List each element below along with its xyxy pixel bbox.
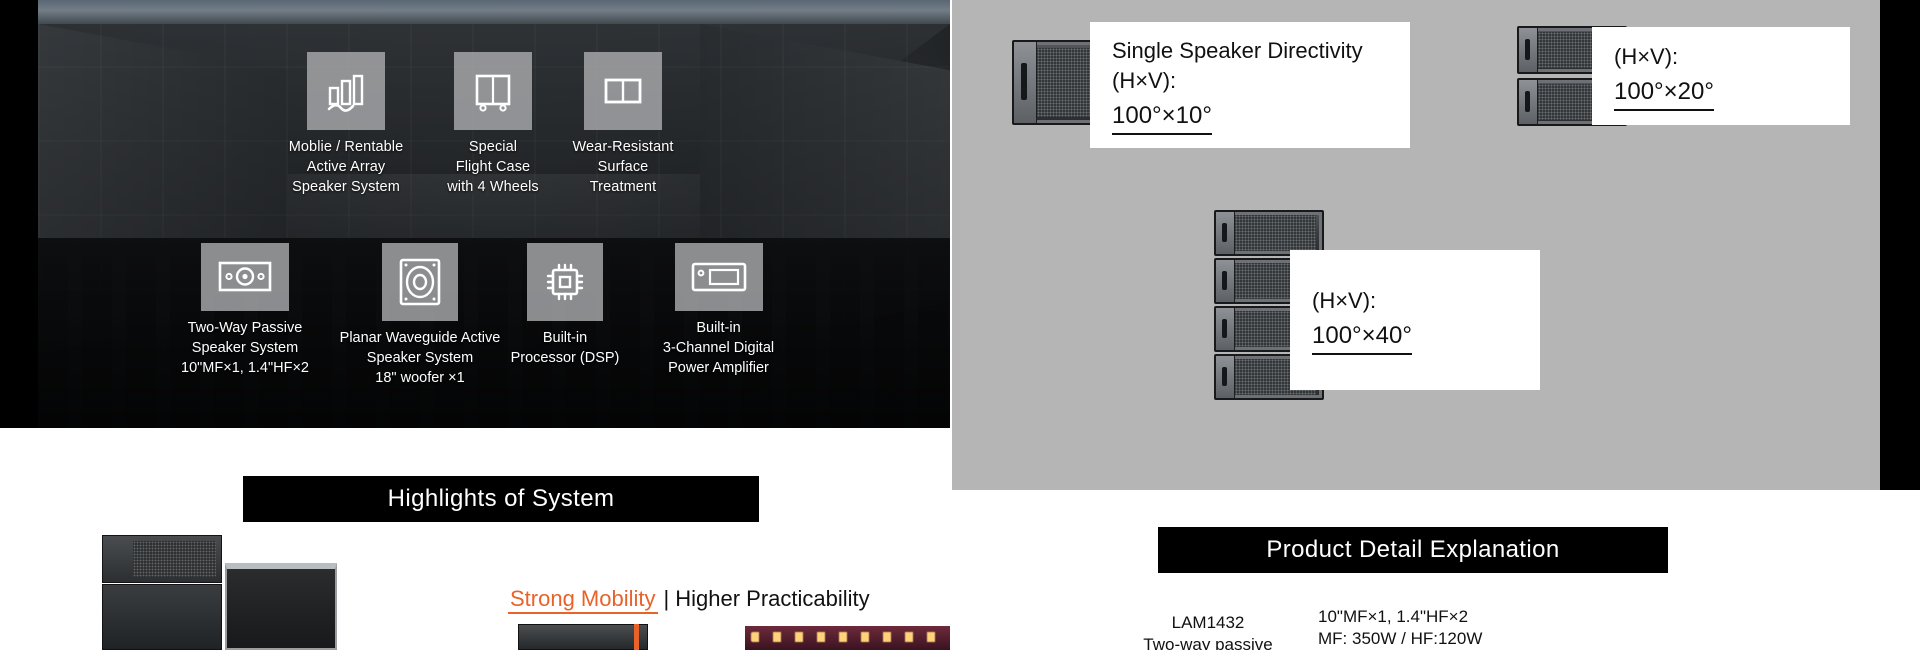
speaker-rigging-ear	[1014, 42, 1037, 123]
product-specs-text: 10"MF×1, 1.4"HF×2 MF: 350W / HF:120W	[1318, 607, 1483, 648]
amplifier-icon	[674, 243, 763, 311]
two-way-speaker-icon	[201, 243, 289, 311]
tagline-strong: Strong Mobility	[508, 586, 658, 614]
tagline-rest: Higher Practicability	[675, 586, 870, 611]
feature-builtin-dsp: Built-in Processor (DSP)	[490, 243, 640, 368]
product-detail-banner: Product Detail Explanation	[1158, 527, 1668, 573]
feature-label: Wear-Resistant Surface Treatment	[572, 139, 674, 195]
feature-label: Moblie / Rentable Active Array Speaker S…	[288, 139, 404, 195]
left-black-gutter	[0, 0, 38, 428]
directivity-value: 100°×20°	[1614, 76, 1714, 111]
speaker-rigging-ear	[1519, 80, 1539, 124]
highlights-tagline: Strong Mobility | Higher Practicability	[508, 586, 870, 614]
left-white-gutter-bottom	[0, 428, 38, 650]
directivity-card-dual: (H×V): 100°×20°	[1592, 27, 1850, 125]
highlight-accent-bar	[634, 624, 639, 650]
highlights-banner-label: Highlights of System	[387, 485, 615, 512]
flight-case-photo	[80, 535, 340, 650]
surface-panel-icon	[584, 52, 662, 130]
feature-label: Built-in 3-Channel Digital Power Amplifi…	[662, 320, 775, 376]
flight-case-icon	[454, 52, 532, 130]
feature-wear-resistant: Wear-Resistant Surface Treatment	[543, 52, 703, 197]
page-root: Moblie / Rentable Active Array Speaker S…	[0, 0, 1920, 650]
feature-builtin-amplifier: Built-in 3-Channel Digital Power Amplifi…	[626, 243, 811, 378]
directivity-card-quad: (H×V): 100°×40°	[1290, 250, 1540, 390]
highlights-banner: Highlights of System	[243, 476, 759, 522]
directivity-label: (H×V):	[1614, 43, 1679, 69]
right-white-gutter-bottom	[1880, 490, 1920, 650]
right-black-gutter-top	[1880, 0, 1920, 490]
directivity-card-single: Single Speaker Directivity (H×V): 100°×1…	[1090, 22, 1410, 148]
tagline-separator: |	[663, 586, 670, 611]
feature-mobile-rentable: Moblie / Rentable Active Array Speaker S…	[256, 52, 436, 197]
product-detail-banner-label: Product Detail Explanation	[1266, 536, 1560, 563]
feature-label: Built-in Processor (DSP)	[510, 330, 620, 366]
directivity-label: Single Speaker Directivity (H×V):	[1112, 37, 1363, 93]
speaker-rigging-ear	[1519, 28, 1539, 72]
road-case-trunk	[225, 563, 337, 650]
directivity-value: 100°×40°	[1312, 320, 1412, 355]
hero-auditorium-panel: Moblie / Rentable Active Array Speaker S…	[38, 0, 950, 428]
directivity-value: 100°×10°	[1112, 100, 1212, 135]
directivity-panel: Single Speaker Directivity (H×V): 100°×1…	[952, 0, 1880, 490]
subwoofer-icon	[382, 243, 458, 321]
bar-chart-wave-icon	[307, 52, 385, 130]
stacked-speaker-top	[102, 535, 222, 583]
product-model-text: LAM1432 Two-way passive	[1143, 613, 1273, 650]
highlight-thumb-stage	[745, 626, 950, 650]
highlight-thumb-speaker	[518, 624, 648, 650]
directivity-label: (H×V):	[1312, 287, 1377, 313]
dsp-chip-icon	[527, 243, 603, 321]
stacked-speaker-bottom	[102, 584, 222, 650]
